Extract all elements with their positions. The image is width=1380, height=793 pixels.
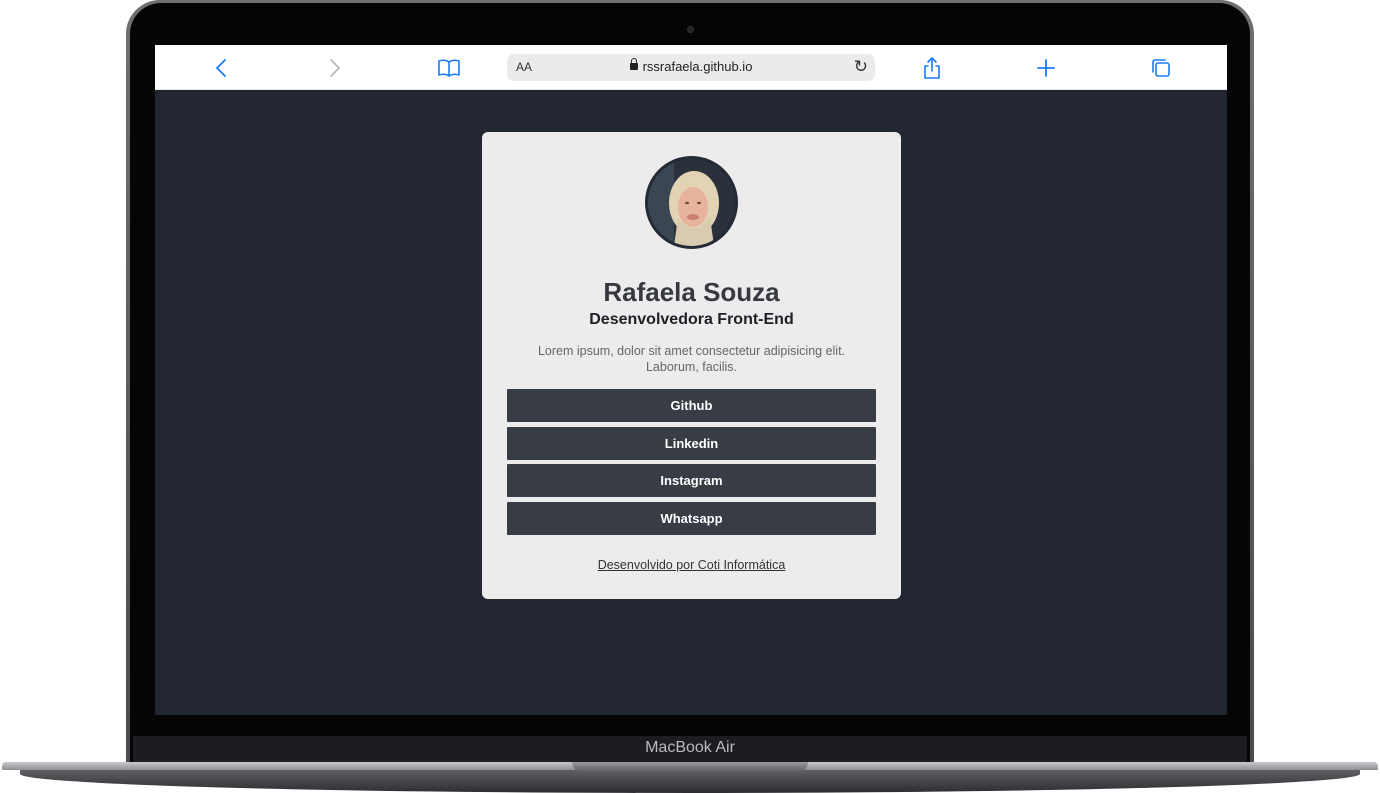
forward-button[interactable] [320,53,350,83]
address-bar[interactable]: AA rssrafaela.github.io ↻ [507,54,875,81]
back-button[interactable] [206,53,236,83]
url-text: rssrafaela.github.io [642,59,753,74]
instagram-button[interactable]: Instagram [507,464,876,497]
plus-icon [1037,59,1055,77]
profile-photo [648,159,735,246]
device-label: MacBook Air [645,739,735,756]
browser-viewport: AA rssrafaela.github.io ↻ Rafaela Souza … [155,45,1227,715]
share-button[interactable] [917,53,947,83]
chevron-right-icon [330,59,340,77]
whatsapp-button[interactable]: Whatsapp [507,501,876,535]
profile-card: Rafaela Souza Desenvolvedora Front-End L… [482,132,901,599]
trackpad-notch [572,762,808,772]
share-icon [924,57,940,79]
new-tab-button[interactable] [1031,53,1061,83]
footer-credit-link[interactable]: Desenvolvido por Coti Informática [482,558,901,572]
avatar [645,156,738,249]
tabs-icon [1152,59,1170,77]
linkedin-button[interactable]: Linkedin [507,426,876,460]
book-icon [438,59,460,77]
safari-toolbar: AA rssrafaela.github.io ↻ [155,45,1227,90]
github-button[interactable]: Github [507,389,876,422]
profile-bio: Lorem ipsum, dolor sit amet consectetur … [537,344,846,374]
reload-icon[interactable]: ↻ [854,57,868,77]
profile-role: Desenvolvedora Front-End [589,311,794,328]
tabs-overview-button[interactable] [1146,53,1176,83]
camera-icon [687,26,694,33]
profile-name: Rafaela Souza [603,277,780,307]
laptop-base [0,762,1380,793]
lock-icon [629,58,638,70]
link-list: Github Linkedin Instagram Whatsapp [507,389,876,539]
chevron-left-icon [216,59,226,77]
laptop-mockup: AA rssrafaela.github.io ↻ Rafaela Souza … [0,0,1380,793]
bookmarks-button[interactable] [434,53,464,83]
